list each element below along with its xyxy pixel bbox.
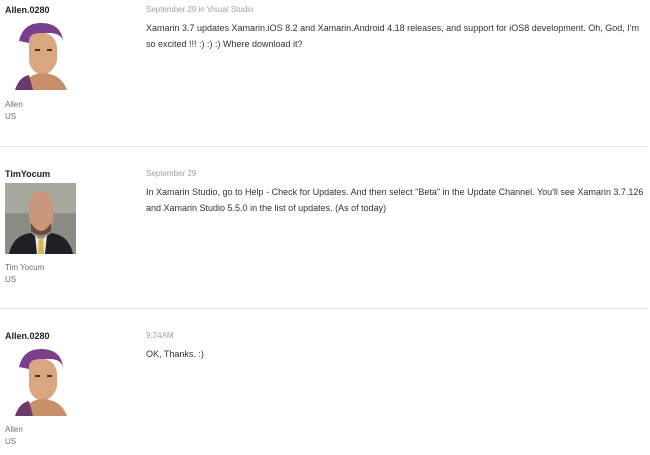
author-country: US bbox=[5, 112, 17, 121]
post-body: OK, Thanks. :) bbox=[146, 349, 204, 359]
post-body: Xamarin 3.7 updates Xamarin.iOS 8.2 and … bbox=[146, 23, 639, 49]
post-divider bbox=[0, 146, 648, 147]
avatar[interactable] bbox=[5, 19, 76, 90]
author-display-name: Allen bbox=[5, 100, 23, 109]
author-display-name: Tim Yocum bbox=[5, 263, 45, 272]
post-meta: September 29 in Visual Studio bbox=[146, 5, 254, 14]
user-avatar-photo-icon bbox=[5, 345, 76, 416]
post-meta: 9:24AM bbox=[146, 331, 174, 340]
post-divider bbox=[0, 308, 648, 309]
comment-post: Allen.0280 Allen US 9:24AM OK, Thanks. :… bbox=[0, 331, 650, 455]
post-date: September 29 bbox=[146, 169, 197, 178]
user-avatar-photo-icon bbox=[5, 19, 76, 90]
author-country: US bbox=[5, 437, 17, 446]
author-display-name: Allen bbox=[5, 425, 23, 434]
comment-post: TimYocum Tim Yocum US September 29 In Xa… bbox=[0, 169, 650, 299]
post-date: 9:24AM bbox=[146, 331, 174, 340]
author-username-link[interactable]: Allen.0280 bbox=[5, 331, 50, 341]
post-meta: September 29 bbox=[146, 169, 196, 178]
avatar[interactable] bbox=[5, 183, 76, 254]
user-avatar-photo-icon bbox=[5, 183, 76, 254]
post-body: In Xamarin Studio, go to Help - Check fo… bbox=[146, 187, 644, 213]
forum-category-link[interactable]: Visual Studio bbox=[207, 5, 254, 14]
avatar[interactable] bbox=[5, 345, 76, 416]
author-username-link[interactable]: TimYocum bbox=[5, 169, 50, 179]
author-username-link[interactable]: Allen.0280 bbox=[5, 5, 50, 15]
author-country: US bbox=[5, 275, 17, 284]
comment-post: Allen.0280 Allen US September 29 in Visu… bbox=[0, 5, 650, 135]
post-in-label: in bbox=[198, 5, 205, 14]
post-date: September 29 bbox=[146, 5, 197, 14]
